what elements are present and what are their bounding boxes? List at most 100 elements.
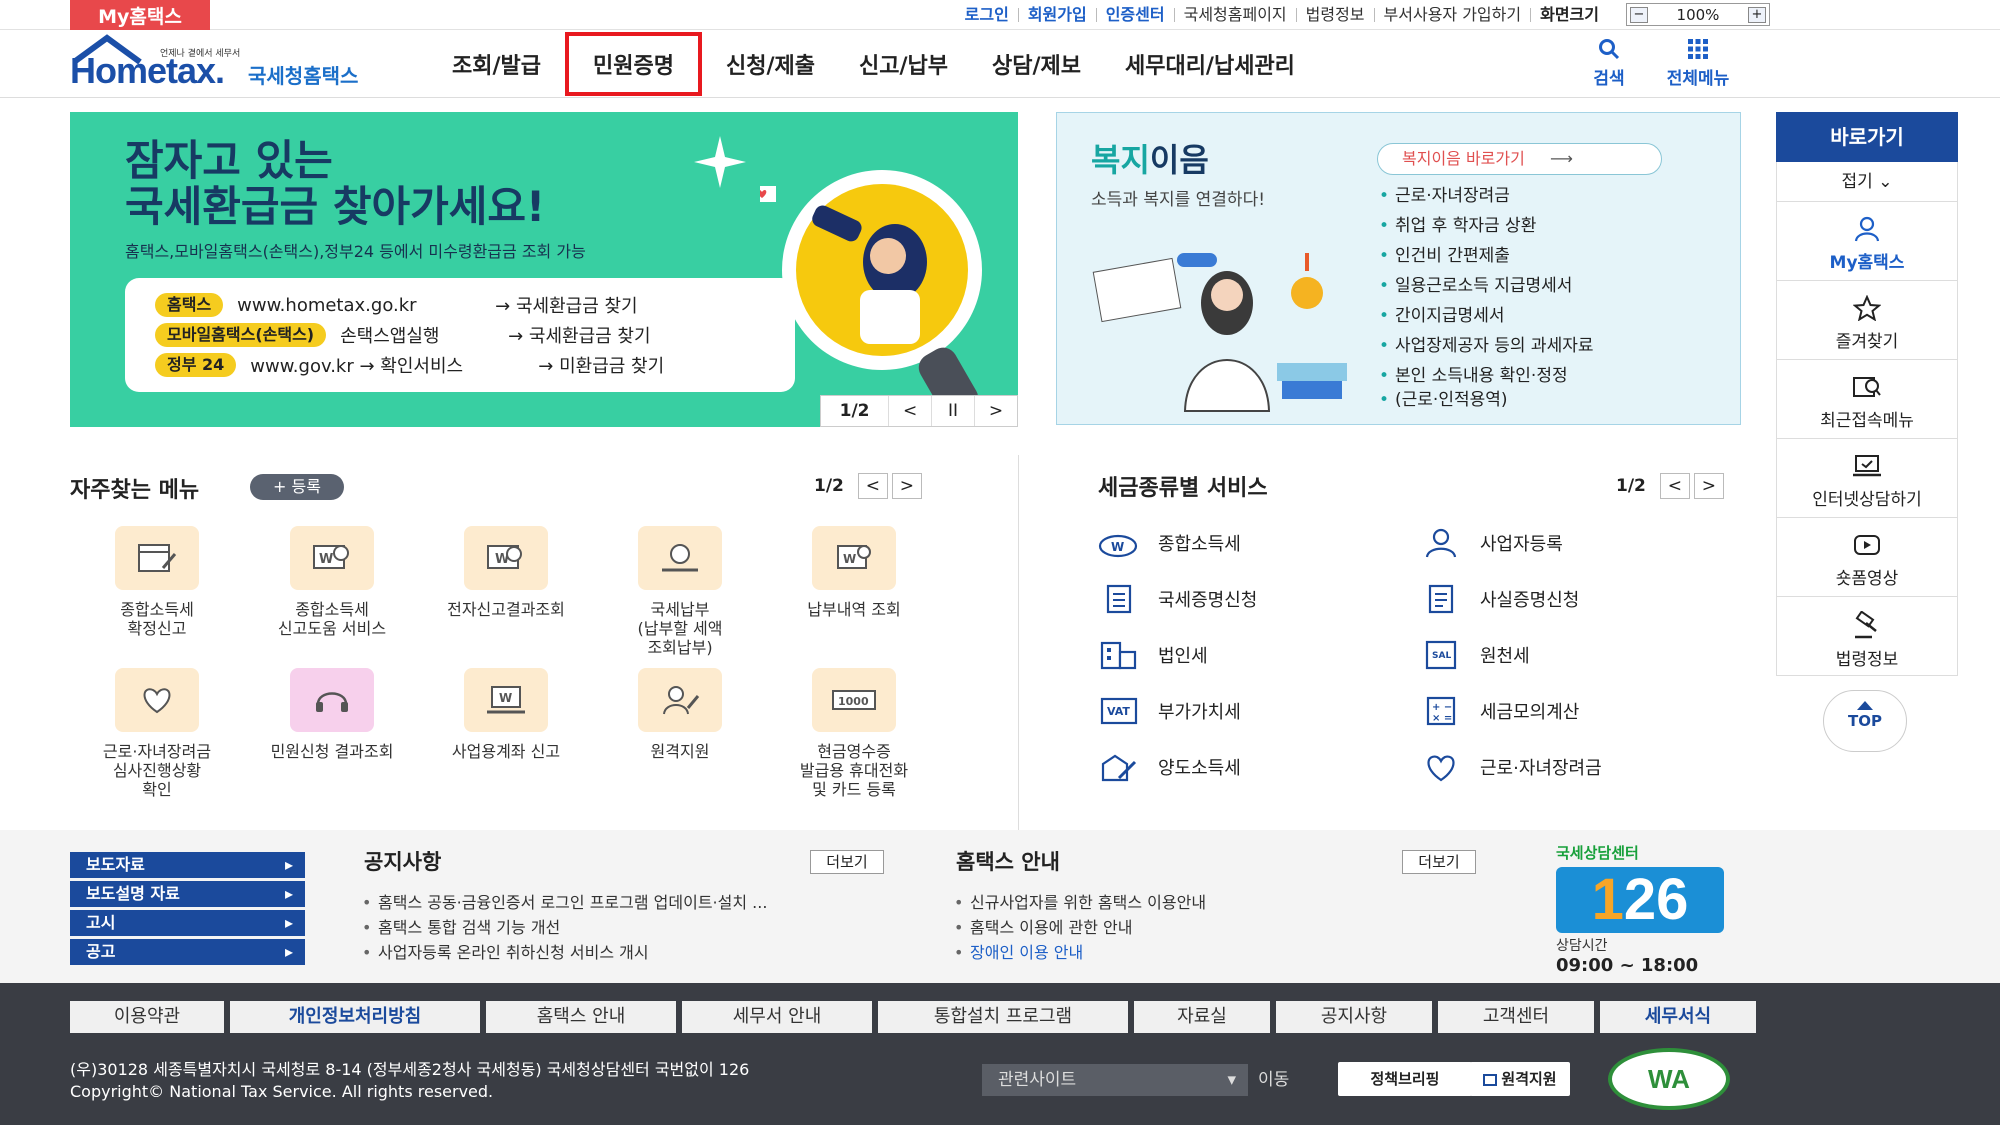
- tax-search-icon: W: [290, 526, 374, 590]
- nts-homepage-link[interactable]: 국세청홈페이지: [1173, 7, 1296, 23]
- footer-tax-office[interactable]: 세무서 안내: [682, 1001, 872, 1033]
- nav-report-pay[interactable]: 신고/납부: [837, 30, 970, 98]
- law-info-link[interactable]: 법령정보: [1295, 7, 1374, 23]
- press-explanation-link[interactable]: 보도설명 자료: [70, 881, 305, 907]
- notification-link[interactable]: 고시: [70, 910, 305, 936]
- dept-user-signup-link[interactable]: 부서사용자 가입하기: [1373, 7, 1531, 23]
- freq-item-cash-receipt[interactable]: 1000 현금영수증 발급용 휴대전화 및 카드 등록: [779, 668, 929, 799]
- document-search-icon: W: [464, 526, 548, 590]
- notice-item[interactable]: 홈택스 공동·금융인증서 로그인 프로그램 업데이트·설치 ...: [362, 890, 767, 915]
- tax-prev-button[interactable]: <: [1659, 473, 1690, 499]
- press-release-link[interactable]: 보도자료: [70, 852, 305, 878]
- nav-civil-certificate[interactable]: 민원증명: [563, 30, 704, 98]
- tax-item-fact-certificate[interactable]: 사실증명신청: [1418, 584, 1579, 614]
- welfare-item-sub: (근로·인적용역): [1379, 391, 1594, 413]
- footer-privacy[interactable]: 개인정보처리방침: [230, 1001, 480, 1033]
- quick-fold-button[interactable]: 접기 ⌄: [1776, 162, 1958, 202]
- tax-item-income-tax[interactable]: W 종합소득세: [1096, 528, 1241, 558]
- welfare-item[interactable]: 취업 후 학자금 상환: [1379, 211, 1594, 241]
- welfare-go-button[interactable]: 복지이음 바로가기 ⟶: [1377, 143, 1662, 175]
- tax-item-tax-certificate[interactable]: 국세증명신청: [1096, 584, 1257, 614]
- banner-pause-button[interactable]: II: [931, 396, 974, 426]
- all-menu-button[interactable]: 전체메뉴: [1656, 38, 1740, 89]
- freq-item-civil-result[interactable]: 민원신청 결과조회: [257, 668, 407, 761]
- welfare-item[interactable]: 사업장제공자 등의 과세자료: [1379, 331, 1594, 361]
- guide-item[interactable]: 신규사업자를 위한 홈택스 이용안내: [954, 890, 1206, 915]
- freq-item-remote-support[interactable]: 원격지원: [605, 668, 755, 761]
- notice-item[interactable]: 홈택스 통합 검색 기능 개선: [362, 915, 767, 940]
- policy-briefing-button[interactable]: 정책브리핑: [1338, 1062, 1472, 1096]
- cert-center-link[interactable]: 인증센터: [1095, 7, 1174, 23]
- nav-inquiry-issue[interactable]: 조회/발급: [430, 30, 563, 98]
- footer-customer-center[interactable]: 고객센터: [1438, 1001, 1594, 1033]
- quick-myhometax[interactable]: My홈택스: [1776, 202, 1958, 281]
- search-button[interactable]: 검색: [1584, 38, 1634, 89]
- hometax-logo[interactable]: 언제나 곁에서 세무서 Hometax. 국세청홈택스: [70, 34, 390, 94]
- zoom-out-button[interactable]: −: [1630, 6, 1648, 23]
- freq-prev-button[interactable]: <: [857, 473, 888, 499]
- related-sites-select[interactable]: 관련사이트: [982, 1064, 1248, 1096]
- footer-tax-forms[interactable]: 세무서식: [1600, 1001, 1756, 1033]
- tax-item-withholding-tax[interactable]: SAL 원천세: [1418, 640, 1530, 670]
- banner-row-mobile[interactable]: 모바일홈택스(손택스) 손택스앱실행 → 국세환급금 찾기: [155, 320, 765, 350]
- myhome-tab[interactable]: My홈택스: [70, 0, 210, 30]
- welfare-item[interactable]: 인건비 간편제출: [1379, 241, 1594, 271]
- quick-law-info[interactable]: 법령정보: [1776, 597, 1958, 676]
- utility-links: 로그인 회원가입 인증센터 국세청홈페이지 법령정보 부서사용자 가입하기 화면…: [956, 0, 1608, 30]
- quick-links: 바로가기 접기 ⌄ My홈택스 즐겨찾기 최근접속메뉴 인터넷상담하기 숏폼영상…: [1776, 112, 1958, 676]
- nav-consult-tip[interactable]: 상담/제보: [970, 30, 1103, 98]
- notice-more-button[interactable]: 더보기: [810, 850, 884, 874]
- login-link[interactable]: 로그인: [956, 7, 1018, 23]
- footer-install-program[interactable]: 통합설치 프로그램: [878, 1001, 1128, 1033]
- footer-remote-support-button[interactable]: 원격지원: [1470, 1062, 1570, 1096]
- document-lines-icon: [1418, 584, 1464, 614]
- related-sites-go-button[interactable]: 이동: [1258, 1064, 1289, 1096]
- welfare-item[interactable]: 일용근로소득 지급명세서: [1379, 271, 1594, 301]
- zoom-in-button[interactable]: +: [1747, 6, 1766, 23]
- scroll-top-button[interactable]: TOP: [1823, 690, 1907, 752]
- footer-archive[interactable]: 자료실: [1134, 1001, 1270, 1033]
- tax-item-capital-gains[interactable]: 양도소득세: [1096, 752, 1241, 782]
- nav-tax-agent[interactable]: 세무대리/납세관리: [1103, 30, 1317, 98]
- freq-item-income-tax-final[interactable]: 종합소득세 확정신고: [82, 526, 232, 638]
- tax-item-corporate-tax[interactable]: 법인세: [1096, 640, 1208, 670]
- banner-row-gov24[interactable]: 정부 24 www.gov.kr → 확인서비스 → 미환급금 찾기: [155, 350, 765, 380]
- freq-item-payment-history[interactable]: W 납부내역 조회: [779, 526, 929, 619]
- freq-item-income-tax-help[interactable]: W 종합소득세 신고도움 서비스: [257, 526, 407, 638]
- star-icon: [1853, 295, 1881, 321]
- banner-row-hometax[interactable]: 홈택스 www.hometax.go.kr → 국세환급금 찾기: [155, 290, 765, 320]
- quick-favorites[interactable]: 즐겨찾기: [1776, 281, 1958, 360]
- freq-item-tax-payment[interactable]: 국세납부 (납부할 세액 조회납부): [605, 526, 755, 657]
- banner-prev-button[interactable]: <: [888, 396, 931, 426]
- guide-more-button[interactable]: 더보기: [1402, 850, 1476, 874]
- tax-item-tax-simulation[interactable]: + − × = 세금모의계산: [1418, 696, 1579, 726]
- footer-terms[interactable]: 이용약관: [70, 1001, 224, 1033]
- footer-hometax-guide[interactable]: 홈택스 안내: [486, 1001, 676, 1033]
- welfare-item[interactable]: 간이지급명세서: [1379, 301, 1594, 331]
- signup-link[interactable]: 회원가입: [1017, 7, 1096, 23]
- announcement-link[interactable]: 공고: [70, 939, 305, 965]
- tax-item-earned-credit[interactable]: 근로·자녀장려금: [1418, 752, 1602, 782]
- guide-item[interactable]: 장애인 이용 안내: [954, 940, 1206, 965]
- guide-item[interactable]: 홈택스 이용에 관한 안내: [954, 915, 1206, 940]
- freq-item-business-account[interactable]: W 사업용계좌 신고: [431, 668, 581, 761]
- money-bag-icon: W: [1096, 528, 1142, 558]
- quick-links-header: 바로가기: [1776, 112, 1958, 162]
- freq-item-efile-result[interactable]: W 전자신고결과조회: [431, 526, 581, 619]
- freq-register-button[interactable]: + 등록: [250, 474, 344, 500]
- tax-next-button[interactable]: >: [1693, 473, 1724, 499]
- welfare-item[interactable]: 본인 소득내용 확인·정정: [1379, 361, 1594, 391]
- notice-item[interactable]: 사업자등록 온라인 취하신청 서비스 개시: [362, 940, 767, 965]
- footer-notice[interactable]: 공지사항: [1276, 1001, 1432, 1033]
- tax-item-business-registration[interactable]: 사업자등록: [1418, 528, 1563, 558]
- quick-recent-menu[interactable]: 최근접속메뉴: [1776, 360, 1958, 439]
- freq-item-earned-credit-status[interactable]: 근로·자녀장려금 심사진행상황 확인: [82, 668, 232, 799]
- nav-apply-submit[interactable]: 신청/제출: [704, 30, 837, 98]
- tax-item-vat[interactable]: VAT 부가가치세: [1096, 696, 1241, 726]
- quick-internet-consult[interactable]: 인터넷상담하기: [1776, 439, 1958, 518]
- welfare-item[interactable]: 근로·자녀장려금: [1379, 181, 1594, 211]
- banner-next-button[interactable]: >: [974, 396, 1017, 426]
- quick-shortform-video[interactable]: 숏폼영상: [1776, 518, 1958, 597]
- refund-banner[interactable]: 잠자고 있는 국세환급금 찾아가세요! 홈택스,모바일홈택스(손택스),정부24…: [70, 112, 1018, 427]
- freq-next-button[interactable]: >: [891, 473, 922, 499]
